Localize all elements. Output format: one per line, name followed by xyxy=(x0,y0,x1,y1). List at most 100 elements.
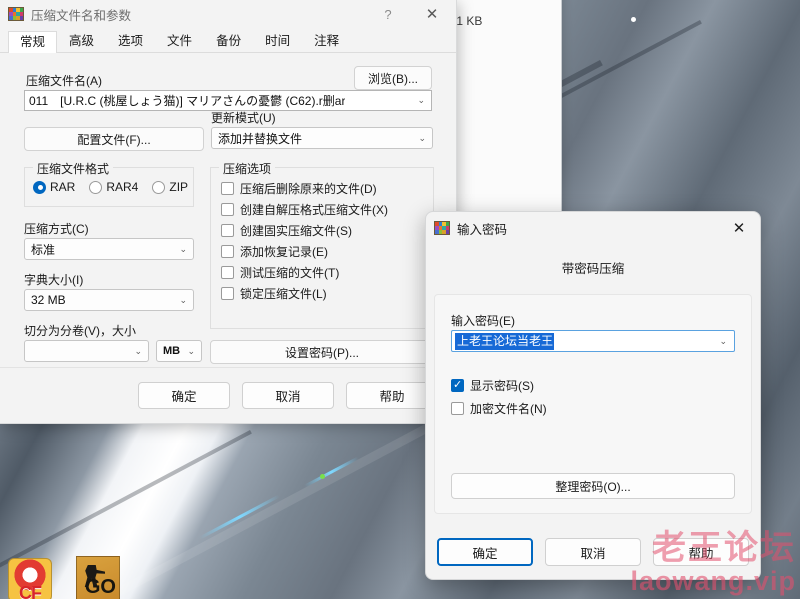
radio-format-rar[interactable]: RAR xyxy=(33,180,75,194)
organize-passwords-button[interactable]: 整理密码(O)... xyxy=(451,473,735,499)
dictionary-size-value: 32 MB xyxy=(31,293,66,307)
close-icon[interactable]: ✕ xyxy=(412,0,452,28)
chevron-down-icon[interactable]: ⌄ xyxy=(417,95,425,106)
chevron-down-icon[interactable]: ⌄ xyxy=(134,346,142,357)
password-dialog-titlebar[interactable]: 输入密码 ✕ xyxy=(426,212,760,244)
password-input[interactable]: 上老王论坛当老王 ⌄ xyxy=(451,330,735,352)
checkbox-delete-after-label: 压缩后删除原来的文件(D) xyxy=(240,182,377,196)
password-cancel-button[interactable]: 取消 xyxy=(545,538,641,566)
update-mode-label: 更新模式(U) xyxy=(211,111,276,125)
tab-backup[interactable]: 备份 xyxy=(204,30,253,53)
radio-format-zip[interactable]: ZIP xyxy=(152,180,188,194)
radio-format-rar-label: RAR xyxy=(50,180,76,194)
winrar-books-icon xyxy=(434,221,450,235)
password-ok-button[interactable]: 确定 xyxy=(437,538,533,566)
checkbox-delete-after[interactable]: 压缩后删除原来的文件(D) xyxy=(221,180,433,197)
csgo-game-icon[interactable]: GO xyxy=(76,556,120,599)
checkbox-recovery-record-label: 添加恢复记录(E) xyxy=(240,245,328,259)
checkbox-icon xyxy=(221,203,234,216)
wallpaper-dot xyxy=(631,17,636,22)
close-icon[interactable]: ✕ xyxy=(718,212,760,244)
password-panel: 输入密码(E) 上老王论坛当老王 ⌄ 显示密码(S) 加密文件名(N) 整理密码… xyxy=(434,294,752,514)
dictionary-size-label: 字典大小(I) xyxy=(24,273,84,287)
dictionary-size-select[interactable]: 32 MB ⌄ xyxy=(24,289,194,311)
cf-icon-label: CF xyxy=(19,583,42,599)
chevron-down-icon[interactable]: ⌄ xyxy=(418,133,426,144)
main-dialog-title: 压缩文件名和参数 xyxy=(31,8,132,23)
main-dialog-footer: 确定 取消 帮助 xyxy=(0,367,456,423)
archive-name-label: 压缩文件名(A) xyxy=(26,74,102,88)
checkbox-show-password-label: 显示密码(S) xyxy=(470,379,534,393)
tab-files[interactable]: 文件 xyxy=(155,30,204,53)
radio-format-rar4[interactable]: RAR4 xyxy=(89,180,138,194)
archive-name-value: 011 [U.R.C (桃屋しょう猫)] マリアさんの憂鬱 (C62).r删ar xyxy=(29,94,346,108)
split-volume-unit-select[interactable]: MB ⌄ xyxy=(156,340,202,362)
split-volume-size-input[interactable]: ⌄ xyxy=(24,340,149,362)
archive-format-title: 压缩文件格式 xyxy=(33,160,114,177)
wallpaper-dot xyxy=(320,474,325,479)
password-dialog-title: 输入密码 xyxy=(457,222,508,237)
password-input-label: 输入密码(E) xyxy=(451,314,515,328)
checkbox-solid-archive-label: 创建固实压缩文件(S) xyxy=(240,224,352,238)
update-mode-value: 添加并替换文件 xyxy=(218,131,303,146)
radio-dot-icon xyxy=(33,180,46,194)
checkbox-create-sfx[interactable]: 创建自解压格式压缩文件(X) xyxy=(221,201,433,218)
radio-dot-icon xyxy=(89,180,103,194)
winrar-books-icon xyxy=(8,7,24,21)
ok-button[interactable]: 确定 xyxy=(138,382,230,409)
checkbox-encrypt-filenames-label: 加密文件名(N) xyxy=(470,402,547,416)
help-question-icon[interactable]: ? xyxy=(368,0,408,28)
split-volume-unit-value: MB xyxy=(163,345,181,357)
archive-name-input[interactable]: 011 [U.R.C (桃屋しょう猫)] マリアさんの憂鬱 (C62).r删ar… xyxy=(24,90,432,111)
compression-method-select[interactable]: 标准 ⌄ xyxy=(24,238,194,260)
password-help-button[interactable]: 帮助 xyxy=(653,538,749,566)
compression-options-group: 压缩选项 压缩后删除原来的文件(D) 创建自解压格式压缩文件(X) 创建固实压缩… xyxy=(210,160,434,329)
cancel-button[interactable]: 取消 xyxy=(242,382,334,409)
checkbox-icon xyxy=(221,266,234,279)
chevron-down-icon[interactable]: ⌄ xyxy=(179,244,187,255)
checkbox-test-archive[interactable]: 测试压缩的文件(T) xyxy=(221,264,433,281)
radio-dot-icon xyxy=(152,180,166,194)
checkbox-recovery-record[interactable]: 添加恢复记录(E) xyxy=(221,243,433,260)
checkbox-lock-archive[interactable]: 锁定压缩文件(L) xyxy=(221,285,433,302)
checkbox-test-archive-label: 测试压缩的文件(T) xyxy=(240,266,340,280)
tab-options[interactable]: 选项 xyxy=(106,30,155,53)
update-mode-select[interactable]: 添加并替换文件 ⌄ xyxy=(211,127,433,149)
checkbox-icon xyxy=(221,245,234,258)
tab-time[interactable]: 时间 xyxy=(253,30,302,53)
profiles-button[interactable]: 配置文件(F)... xyxy=(24,127,204,151)
password-input-value: 上老王论坛当老王 xyxy=(455,332,555,350)
archive-settings-dialog: 压缩文件名和参数 ? ✕ 常规 高级 选项 文件 备份 时间 注释 压缩文件名(… xyxy=(0,0,457,424)
main-dialog-body: 压缩文件名(A) 浏览(B)... 011 [U.R.C (桃屋しょう猫)] マ… xyxy=(0,54,456,423)
browse-button[interactable]: 浏览(B)... xyxy=(354,66,432,90)
cf-game-icon[interactable]: CF xyxy=(8,558,52,599)
compression-method-value: 标准 xyxy=(31,242,56,257)
tab-bar: 常规 高级 选项 文件 备份 时间 注释 xyxy=(0,28,456,53)
csgo-icon-label: GO xyxy=(84,576,116,598)
checkbox-encrypt-filenames[interactable]: 加密文件名(N) xyxy=(451,400,547,417)
tab-advanced[interactable]: 高级 xyxy=(57,30,106,53)
set-password-button[interactable]: 设置密码(P)... xyxy=(210,340,434,364)
checkbox-icon xyxy=(221,287,234,300)
chevron-down-icon[interactable]: ⌄ xyxy=(179,295,187,306)
chevron-down-icon[interactable]: ⌄ xyxy=(187,346,195,357)
tab-general[interactable]: 常规 xyxy=(8,30,58,53)
main-titlebar[interactable]: 压缩文件名和参数 ? ✕ xyxy=(0,0,456,28)
password-checkbox-list: 显示密码(S) 加密文件名(N) xyxy=(451,377,547,417)
checkbox-icon xyxy=(451,378,464,392)
checkbox-lock-archive-label: 锁定压缩文件(L) xyxy=(240,287,327,301)
chevron-down-icon[interactable]: ⌄ xyxy=(719,336,727,347)
checkbox-solid-archive[interactable]: 创建固实压缩文件(S) xyxy=(221,222,433,239)
compression-method-label: 压缩方式(C) xyxy=(24,222,89,236)
checkbox-show-password[interactable]: 显示密码(S) xyxy=(451,377,547,394)
split-volume-label: 切分为分卷(V)，大小 xyxy=(24,324,136,338)
checkbox-icon xyxy=(221,182,234,195)
checkbox-create-sfx-label: 创建自解压格式压缩文件(X) xyxy=(240,203,388,217)
enter-password-dialog: 输入密码 ✕ 带密码压缩 输入密码(E) 上老王论坛当老王 ⌄ 显示密码(S) … xyxy=(425,211,761,580)
tab-comment[interactable]: 注释 xyxy=(302,30,351,53)
password-dialog-heading: 带密码压缩 xyxy=(561,262,625,276)
screen: 751 KB CF GO 压缩文件名和参数 ? ✕ 常规 高级 选项 文件 备份… xyxy=(0,0,800,599)
radio-format-zip-label: ZIP xyxy=(169,180,189,194)
compression-options-title: 压缩选项 xyxy=(219,160,276,177)
radio-format-rar4-label: RAR4 xyxy=(106,180,139,194)
